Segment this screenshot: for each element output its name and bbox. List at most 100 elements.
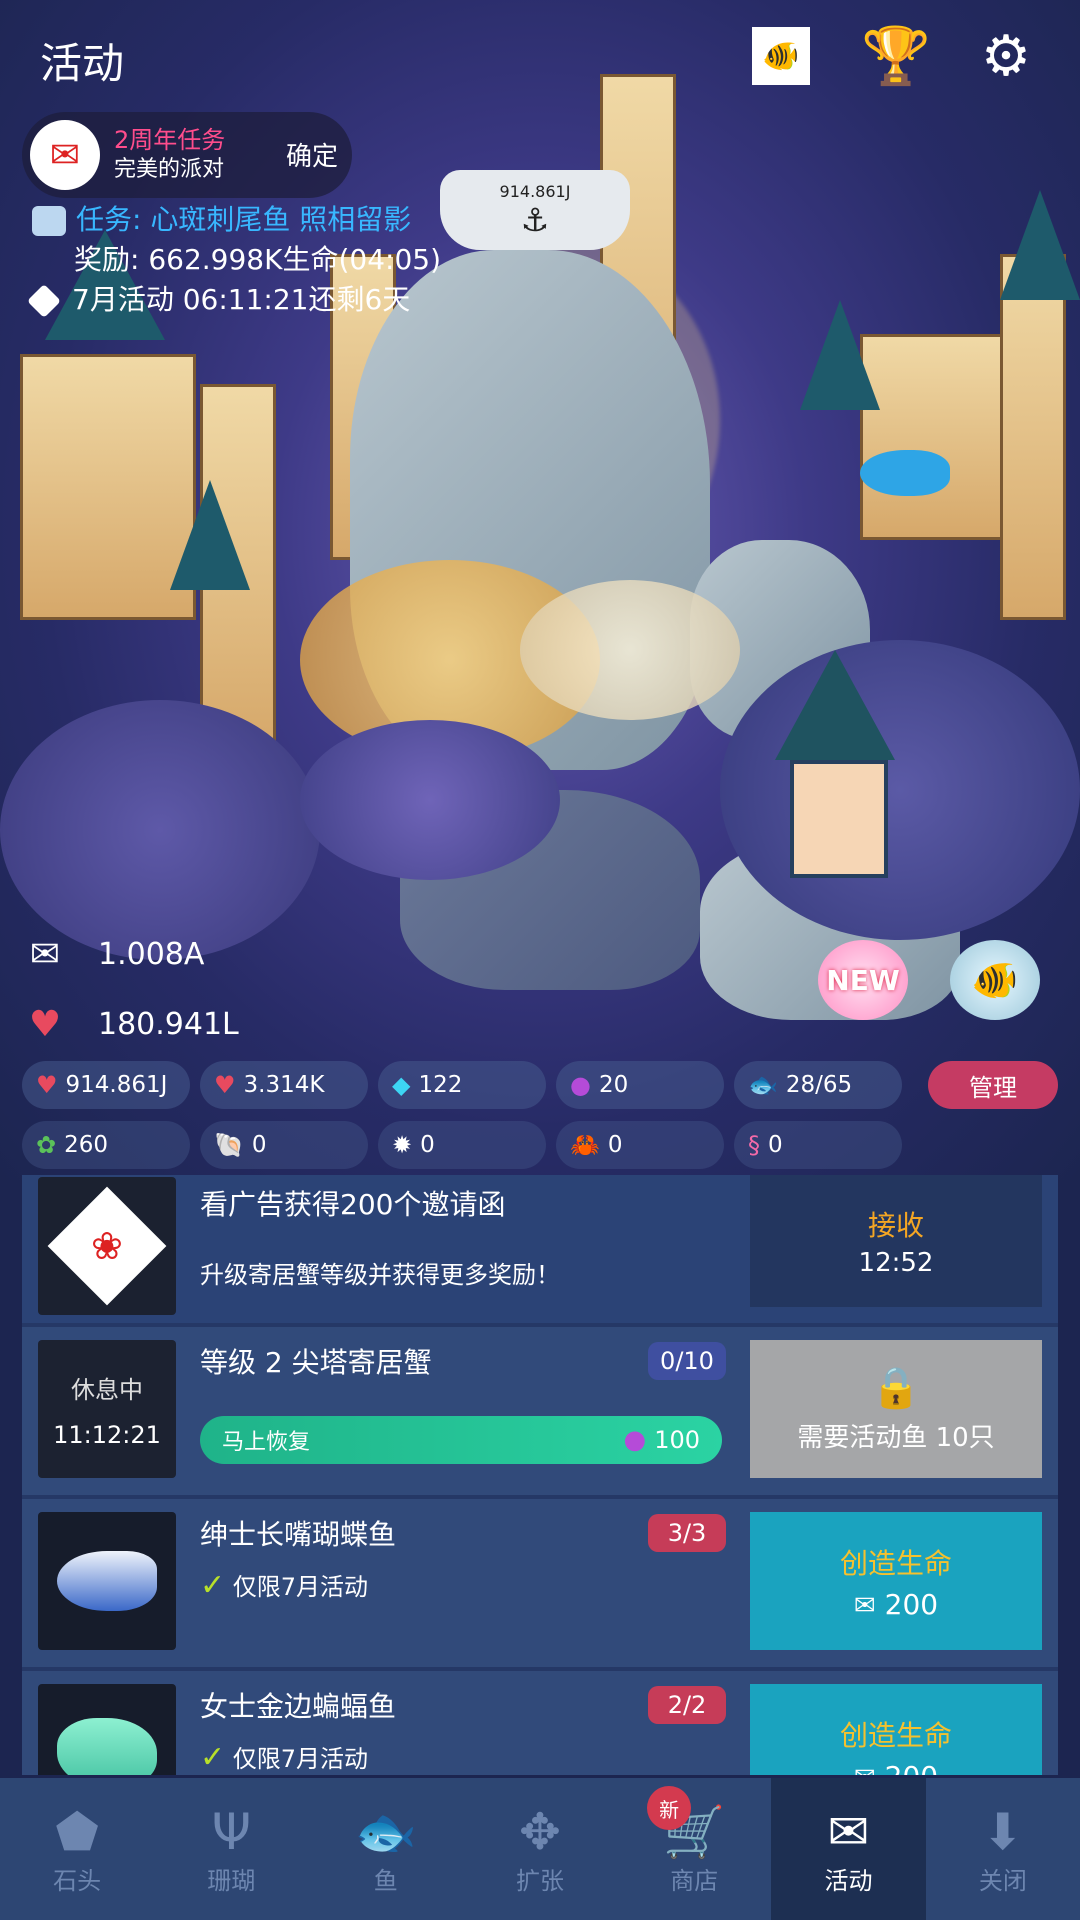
page-title: 活动 xyxy=(40,39,125,88)
nav-fish[interactable]: 🐟 鱼 xyxy=(309,1778,463,1920)
list-item-ad: ❀ 看广告获得200个邀请函 升级寄居蟹等级并获得更多奖励！ 接收 12:52 xyxy=(22,1175,1058,1327)
crab-icon: 🦀 xyxy=(570,1131,600,1159)
nav-close-label: 关闭 xyxy=(978,1866,1027,1895)
fish2-count-badge: 2/2 xyxy=(648,1686,726,1724)
ad-description: 升级寄居蟹等级并获得更多奖励！ xyxy=(200,1261,560,1289)
receive-label: 接收 xyxy=(867,1209,924,1242)
receive-button[interactable]: 接收 12:52 xyxy=(750,1175,1042,1307)
new-fish-badge[interactable]: NEW xyxy=(818,940,908,1020)
tap-heart-value: 914.861J xyxy=(65,1072,168,1098)
quest-subtitle: 完美的派对 xyxy=(114,157,225,182)
fish2-title: 女士金边蝙蝠鱼 xyxy=(200,1690,397,1723)
locked-text: 需要活动鱼 10只 xyxy=(797,1423,995,1453)
nav-coral[interactable]: Ψ 珊瑚 xyxy=(154,1778,308,1920)
invites-value: 1.008A xyxy=(98,937,205,972)
invitation-thumb: ❀ xyxy=(38,1177,176,1315)
fish-icon: 🐟 xyxy=(748,1071,778,1099)
batfish-thumb xyxy=(38,1684,176,1775)
pearl-stat: ● 20 xyxy=(556,1061,724,1109)
nav-expand[interactable]: ✥ 扩张 xyxy=(463,1778,617,1920)
nav-close[interactable]: ⬇ 关闭 xyxy=(926,1778,1080,1920)
seahorse-stat: § 0 xyxy=(734,1121,902,1169)
clownfish-refresh-icon[interactable]: 🐠 xyxy=(950,940,1040,1020)
event-text: 7月活动 06:11:21还剩6天 xyxy=(72,283,411,316)
fish-count-stat: 🐟 28/65 xyxy=(734,1061,902,1109)
lock-icon: 🔒 xyxy=(871,1365,921,1411)
manage-button[interactable]: 管理 xyxy=(928,1061,1058,1109)
heart-tap-icon: ♥ xyxy=(36,1071,58,1099)
coral-icon: Ψ xyxy=(211,1802,252,1861)
settings-gear-icon[interactable]: ⚙ xyxy=(970,20,1042,92)
nav-shop-label: 商店 xyxy=(670,1866,719,1895)
level-heart-stat: ♥ 3.314K xyxy=(200,1061,368,1109)
nav-stone[interactable]: ⬟ 石头 xyxy=(0,1778,154,1920)
mission-text: 任务: 心斑刺尾鱼 照相留影 xyxy=(76,203,412,236)
shell-stat: 🐚 0 xyxy=(200,1121,368,1169)
create-life-button-2[interactable]: 创造生命 ✉ 200 xyxy=(750,1684,1042,1775)
shell-value: 0 xyxy=(251,1132,267,1158)
quest-title: 2周年任务 xyxy=(114,126,226,154)
create-life-button[interactable]: 创造生命 ✉ 200 xyxy=(750,1512,1042,1650)
diamond-stat: ◆ 122 xyxy=(378,1061,546,1109)
trophy-icon[interactable]: 🏆 xyxy=(860,20,932,92)
check-icon: ✓ xyxy=(200,1568,226,1603)
nav-coral-label: 珊瑚 xyxy=(207,1866,256,1895)
anchor-icon: ⚓ xyxy=(520,200,550,239)
reward-text: 奖励: 662.998K生命(04:05) xyxy=(74,243,442,276)
fish-icon: 🐟 xyxy=(354,1802,417,1861)
crab-title: 等级 2 尖塔寄居蟹 xyxy=(200,1346,432,1379)
nav-event[interactable]: ✉ 活动 xyxy=(771,1778,926,1920)
diamond-value: 122 xyxy=(418,1072,463,1098)
list-item-fish1: 绅士长嘴瑚蝶鱼 3/3 ✓ 仅限7月活动 创造生命 ✉ 200 xyxy=(22,1499,1058,1671)
new-badge: 新 xyxy=(647,1786,692,1830)
diamond-icon: ◆ xyxy=(392,1071,411,1099)
crab-count-badge: 0/10 xyxy=(648,1342,726,1380)
invitation-icon: ✉ xyxy=(827,1802,870,1861)
heart-icon: ♥ xyxy=(28,1004,62,1045)
album-icon[interactable]: 🐠 xyxy=(745,20,817,92)
fish2-tag: ✓ 仅限7月活动 xyxy=(200,1739,368,1775)
create-life-label-2: 创造生命 xyxy=(839,1718,952,1752)
invitation-envelope-icon: ✉ xyxy=(30,120,100,190)
receive-timer: 12:52 xyxy=(858,1248,934,1278)
butterflyfish-thumb xyxy=(38,1512,176,1650)
crab-thumb: 休息中 11:12:21 xyxy=(38,1340,176,1478)
blue-fish xyxy=(860,450,950,496)
resting-timer: 11:12:21 xyxy=(53,1420,161,1449)
pearl-value: 20 xyxy=(598,1072,629,1098)
level-heart-value: 3.314K xyxy=(243,1072,325,1098)
create-life-cost-2: 200 xyxy=(885,1760,938,1776)
seahorse-value: 0 xyxy=(768,1132,783,1158)
urchin-icon: ✹ xyxy=(392,1131,413,1159)
rose-icon: ❀ xyxy=(91,1224,123,1268)
bottom-nav: ⬟ 石头 Ψ 珊瑚 🐟 鱼 ✥ 扩张 新 🛒 商店 ✉ 活动 ⬇ 关闭 xyxy=(0,1778,1080,1920)
invitation-icon xyxy=(27,284,61,318)
hearts-resource: ♥ 180.941L xyxy=(22,1004,239,1045)
mission-line[interactable]: 任务: 心斑刺尾鱼 照相留影 xyxy=(32,198,411,238)
event-list[interactable]: ❀ 看广告获得200个邀请函 升级寄居蟹等级并获得更多奖励！ 接收 12:52 … xyxy=(22,1175,1058,1775)
event-line: 7月活动 06:11:21还剩6天 xyxy=(27,278,411,318)
list-item-fish2: 女士金边蝙蝠鱼 2/2 ✓ 仅限7月活动 创造生命 ✉ 200 xyxy=(22,1671,1058,1775)
seaweed-stat: ✿ 260 xyxy=(22,1121,190,1169)
nav-expand-label: 扩张 xyxy=(515,1866,564,1895)
heart-level-icon: ♥ xyxy=(214,1071,236,1099)
tap-heart-stat: ♥ 914.861J xyxy=(22,1061,190,1109)
invitation-icon: ✉ xyxy=(29,934,61,975)
seaweed-value: 260 xyxy=(64,1132,109,1158)
confirm-button[interactable]: 确定 xyxy=(286,136,338,173)
close-down-icon: ⬇ xyxy=(981,1802,1024,1861)
stats-panel: ♥ 914.861J ♥ 3.314K ◆ 122 ● 20 🐟 28/65 管理 ✿ 26… xyxy=(22,1058,1058,1178)
pearl-icon: ● xyxy=(623,1425,647,1455)
urchin-value: 0 xyxy=(420,1132,435,1158)
urchin-stat: ✹ 0 xyxy=(378,1121,546,1169)
invitation-icon: ✉ xyxy=(854,1763,876,1776)
restore-cost: 100 xyxy=(654,1426,700,1454)
hat-sign: 914.861J xyxy=(499,181,571,201)
camera-icon xyxy=(32,206,66,236)
nav-stone-label: 石头 xyxy=(53,1866,102,1895)
restore-now-button[interactable]: 马上恢复 ● 100 xyxy=(200,1416,722,1464)
hearts-value: 180.941L xyxy=(98,1007,239,1042)
fish1-tag-text: 仅限7月活动 xyxy=(232,1573,369,1601)
nav-shop[interactable]: 新 🛒 商店 xyxy=(617,1778,771,1920)
shell-icon: 🐚 xyxy=(214,1131,244,1159)
